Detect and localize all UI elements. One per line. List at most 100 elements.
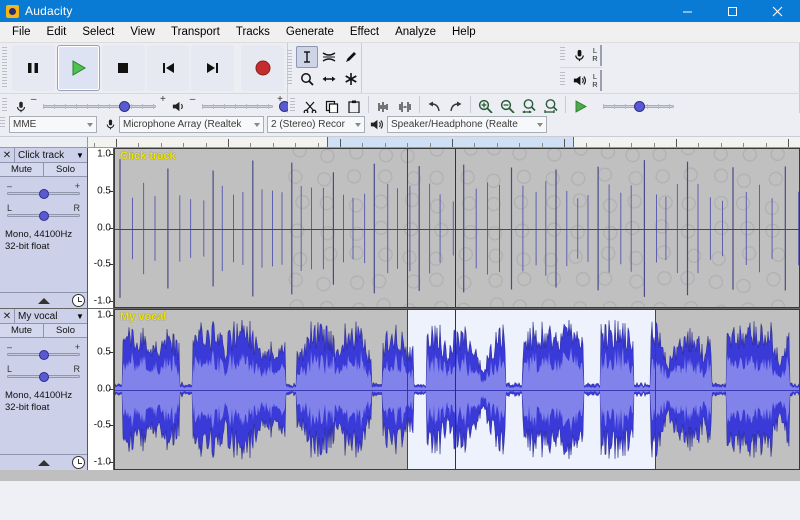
selection-boundary[interactable] — [407, 148, 408, 308]
selection-boundary[interactable] — [407, 309, 408, 470]
play-button[interactable] — [56, 45, 100, 91]
star-icon[interactable] — [340, 68, 362, 90]
edit-cursor[interactable] — [455, 148, 456, 308]
menu-analyze[interactable]: Analyze — [387, 24, 444, 40]
menu-select[interactable]: Select — [74, 24, 122, 40]
meter-scale-label: -54 — [600, 74, 602, 84]
meter-scale-label: -45 — [600, 49, 602, 59]
double-arrow-icon[interactable] — [318, 68, 340, 90]
track-menu-dropdown-icon[interactable]: ▼ — [73, 151, 87, 160]
recording-meter-bar[interactable]: Click to Start Monitoring -57-54-51-48-4… — [599, 44, 602, 66]
meter-tick — [601, 46, 602, 49]
transport-toolbar-grip[interactable] — [2, 43, 9, 93]
skip-to-start-button[interactable] — [146, 45, 190, 91]
meter-scale-label: -48 — [600, 49, 602, 59]
solo-button[interactable]: Solo — [44, 163, 87, 176]
menu-help[interactable]: Help — [444, 24, 484, 40]
meter-tick — [601, 71, 602, 74]
track-close-button[interactable]: ✕ — [0, 147, 15, 163]
playback-meter-bar[interactable]: -57-54-51-48-45-42-39-36-33-30-27-24-21-… — [599, 70, 602, 91]
meter-tick — [601, 46, 602, 49]
timeline-tick — [272, 143, 274, 147]
maximize-button[interactable] — [710, 0, 755, 22]
meter-scale-label: -3 — [600, 74, 602, 84]
menu-generate[interactable]: Generate — [278, 24, 342, 40]
close-button[interactable] — [755, 0, 800, 22]
track-header: ✕ Click track ▼ — [0, 147, 87, 163]
menu-transport[interactable]: Transport — [163, 24, 228, 40]
microphone-icon — [101, 118, 119, 131]
gain-slider[interactable]: – + — [5, 181, 82, 201]
record-button[interactable] — [241, 45, 285, 91]
menu-edit[interactable]: Edit — [39, 24, 75, 40]
stop-button[interactable] — [101, 45, 145, 91]
minimize-button[interactable] — [665, 0, 710, 22]
tools-toolbar-grip[interactable] — [287, 46, 294, 90]
track-my-vocal: ✕ My vocal ▼ Mute Solo – + L R Mono, 441… — [0, 308, 800, 470]
playback-meter-grip[interactable] — [559, 68, 567, 89]
gain-slider-thumb[interactable] — [38, 350, 49, 360]
vertical-ruler-tick — [109, 154, 113, 155]
recording-meter[interactable]: L R Click to Start Monitoring -57-54-51-… — [591, 44, 602, 66]
solo-button[interactable]: Solo — [44, 324, 87, 337]
playback-meter-channels: L R — [592, 71, 598, 89]
menu-effect[interactable]: Effect — [342, 24, 387, 40]
mute-button[interactable]: Mute — [0, 324, 44, 337]
waveform-click-track[interactable]: Click track — [114, 148, 800, 308]
vertical-ruler-click-track[interactable]: 1.0 0.5 0.0 -0.5 -1.0 — [88, 148, 114, 308]
pan-slider[interactable]: L R — [5, 364, 82, 384]
recording-device-select[interactable]: Microphone Array (Realtek — [119, 116, 264, 133]
pan-slider-thumb[interactable] — [38, 372, 49, 382]
audacity-window: Audacity File Edit Select View Transport… — [0, 0, 800, 520]
microphone-icon[interactable] — [569, 48, 591, 63]
meter-tick — [601, 46, 602, 49]
slider-thumb[interactable] — [633, 100, 645, 112]
edit-cursor[interactable] — [455, 309, 456, 470]
mute-button[interactable]: Mute — [0, 163, 44, 176]
timeline-tick — [452, 139, 453, 147]
playback-meter[interactable]: L R -57-54-51-48-45-42-39-36-33-30-27-24… — [591, 70, 602, 92]
timeline-tick — [317, 143, 319, 147]
track-close-button[interactable]: ✕ — [0, 308, 15, 324]
skip-to-end-button[interactable] — [191, 45, 235, 91]
menu-view[interactable]: View — [122, 24, 163, 40]
transport-toolbar — [0, 43, 288, 93]
speaker-icon[interactable] — [569, 73, 591, 88]
playback-device-select[interactable]: Speaker/Headphone (Realte — [387, 116, 547, 133]
timeline-tick — [743, 143, 745, 147]
vertical-ruler-tick — [109, 388, 113, 390]
magnifier-icon[interactable] — [296, 68, 318, 90]
audio-host-select[interactable]: MME — [9, 116, 97, 133]
waveform-canvas — [119, 148, 800, 308]
pan-slider[interactable]: L R — [5, 203, 82, 223]
envelope-icon[interactable] — [318, 46, 340, 68]
meter-scale-label: -9 — [600, 49, 602, 59]
track-menu-dropdown-icon[interactable]: ▼ — [73, 312, 87, 321]
collapse-track-button[interactable] — [37, 297, 50, 304]
menu-tracks[interactable]: Tracks — [228, 24, 278, 40]
timeline-tick — [631, 143, 633, 147]
menu-file[interactable]: File — [4, 24, 39, 40]
timeline-tick — [720, 143, 722, 147]
pause-button[interactable] — [11, 45, 55, 91]
recording-channels-select[interactable]: 2 (Stereo) Recor — [267, 116, 365, 133]
gain-slider[interactable]: – + — [5, 342, 82, 362]
i-beam-icon[interactable] — [296, 46, 318, 68]
meter-tick — [601, 46, 602, 49]
pencil-icon[interactable] — [340, 46, 362, 68]
sync-lock-clock-icon[interactable] — [72, 456, 85, 469]
slider-thumb[interactable] — [118, 100, 130, 112]
device-toolbar-grip[interactable] — [0, 113, 7, 133]
timeline-tick — [138, 143, 140, 147]
selection-boundary[interactable] — [655, 309, 656, 470]
gain-slider-thumb[interactable] — [38, 189, 49, 199]
meter-tick — [601, 71, 602, 74]
collapse-track-button[interactable] — [37, 459, 50, 466]
vertical-ruler-my-vocal[interactable]: 1.0 0.5 0.0 -0.5 -1.0 — [88, 309, 114, 470]
waveform-my-vocal[interactable]: My vocal — [114, 309, 800, 470]
toolbar-dock: L R Click to Start Monitoring -57-54-51-… — [0, 43, 800, 120]
recording-meter-grip[interactable] — [559, 43, 567, 64]
sync-lock-clock-icon[interactable] — [72, 294, 85, 307]
meter-tick — [601, 71, 602, 74]
pan-slider-thumb[interactable] — [38, 211, 49, 221]
